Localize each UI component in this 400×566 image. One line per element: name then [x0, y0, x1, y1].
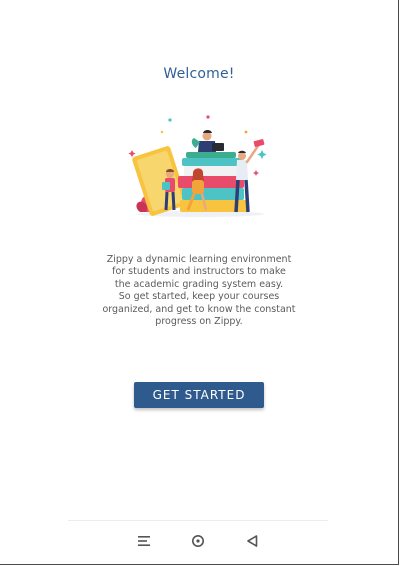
description-line: So get started, keep your courses	[118, 291, 280, 303]
welcome-title: Welcome!	[163, 66, 235, 82]
description-line: for students and instructors to make	[112, 266, 286, 278]
triangle-back-icon	[247, 535, 258, 547]
students-books-illustration	[128, 115, 267, 217]
description-line: the academic grading system easy.	[114, 278, 284, 290]
app-screen: Welcome! Zippy a dynamic learning enviro…	[0, 0, 399, 565]
menu-lines-icon	[138, 536, 150, 546]
description-line: organized, and get to know the constant	[102, 303, 296, 315]
circle-home-icon	[192, 535, 204, 547]
back-button[interactable]	[242, 531, 262, 551]
welcome-description: Zippy a dynamic learning environment for…	[96, 254, 302, 328]
home-button[interactable]	[188, 531, 208, 551]
get-started-button[interactable]: GET STARTED	[134, 382, 264, 408]
description-line: Zippy a dynamic learning environment	[106, 254, 292, 265]
system-navigation-bar	[68, 520, 328, 561]
recents-button[interactable]	[134, 531, 154, 551]
description-line: progress on Zippy.	[155, 316, 243, 328]
